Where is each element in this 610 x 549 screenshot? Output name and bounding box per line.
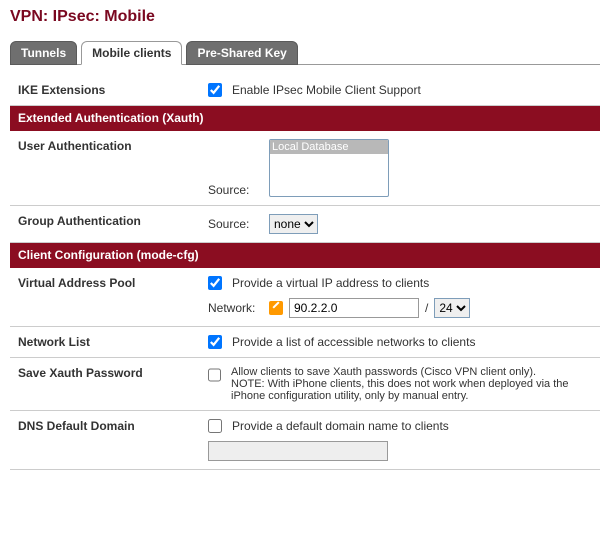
section-mode-cfg: Client Configuration (mode-cfg)	[10, 243, 600, 268]
checkbox-dns-domain-label: Provide a default domain name to clients	[232, 419, 449, 433]
checkbox-dns-domain[interactable]	[208, 419, 222, 433]
section-mode-cfg-title: Client Configuration (mode-cfg)	[10, 243, 600, 268]
vap-mask-select[interactable]: 24	[434, 298, 470, 318]
page-title: VPN: IPsec: Mobile	[10, 8, 610, 26]
row-save-xauth: Save Xauth Password Allow clients to sav…	[10, 358, 600, 411]
save-xauth-line1: Allow clients to save Xauth passwords (C…	[231, 366, 536, 378]
tabs: Tunnels Mobile clients Pre-Shared Key	[10, 40, 600, 65]
user-auth-source-label: Source:	[208, 183, 263, 197]
checkbox-save-xauth[interactable]	[208, 368, 221, 382]
form-table: IKE Extensions Enable IPsec Mobile Clien…	[10, 75, 600, 470]
row-dns-default-domain: DNS Default Domain Provide a default dom…	[10, 411, 600, 470]
row-network-list: Network List Provide a list of accessibl…	[10, 327, 600, 358]
vap-slash: /	[425, 301, 428, 315]
row-virtual-address-pool: Virtual Address Pool Provide a virtual I…	[10, 268, 600, 327]
label-ike-extensions: IKE Extensions	[10, 75, 200, 106]
label-group-auth: Group Authentication	[10, 206, 200, 243]
tab-psk[interactable]: Pre-Shared Key	[186, 41, 297, 65]
tab-mobile-clients[interactable]: Mobile clients	[81, 41, 182, 65]
vap-network-input[interactable]	[289, 298, 419, 318]
checkbox-provide-vip-label: Provide a virtual IP address to clients	[232, 276, 429, 290]
tab-tunnels[interactable]: Tunnels	[10, 41, 77, 65]
checkbox-enable-mobile-label: Enable IPsec Mobile Client Support	[232, 83, 421, 97]
user-auth-source-list[interactable]: Local Database	[269, 139, 389, 197]
save-xauth-line2: NOTE: With iPhone clients, this does not…	[231, 378, 569, 402]
checkbox-enable-mobile[interactable]	[208, 83, 222, 97]
checkbox-network-list[interactable]	[208, 335, 222, 349]
label-dns-domain: DNS Default Domain	[10, 411, 200, 470]
user-auth-option-local-db[interactable]: Local Database	[270, 140, 388, 154]
vap-network-label: Network:	[208, 301, 263, 315]
label-network-list: Network List	[10, 327, 200, 358]
label-save-xauth: Save Xauth Password	[10, 358, 200, 411]
row-group-auth: Group Authentication Source: none	[10, 206, 600, 243]
pencil-icon	[269, 301, 283, 315]
section-xauth-title: Extended Authentication (Xauth)	[10, 106, 600, 131]
checkbox-network-list-label: Provide a list of accessible networks to…	[232, 335, 475, 349]
label-user-auth: User Authentication	[10, 131, 200, 206]
dns-domain-input[interactable]	[208, 441, 388, 461]
group-auth-source-select[interactable]: none	[269, 214, 318, 234]
checkbox-provide-vip[interactable]	[208, 276, 222, 290]
label-vap: Virtual Address Pool	[10, 268, 200, 327]
row-ike-extensions: IKE Extensions Enable IPsec Mobile Clien…	[10, 75, 600, 106]
section-xauth: Extended Authentication (Xauth)	[10, 106, 600, 131]
group-auth-source-label: Source:	[208, 217, 263, 231]
row-user-auth: User Authentication Source: Local Databa…	[10, 131, 600, 206]
